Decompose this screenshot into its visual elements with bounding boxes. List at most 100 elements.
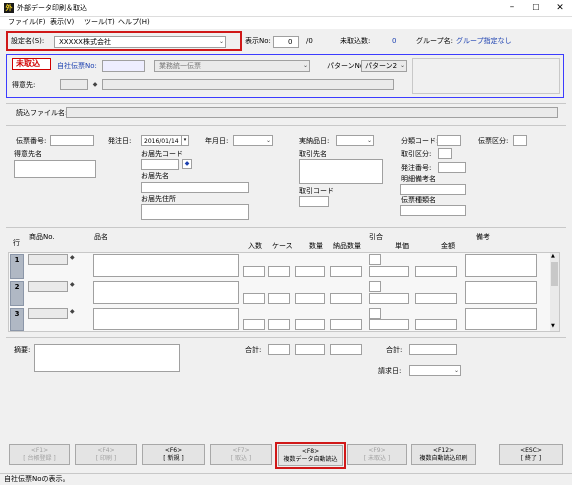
total-delivered[interactable]	[330, 344, 362, 355]
order-date-picker[interactable]: ▾	[181, 135, 189, 146]
pattern-select[interactable]: パターン2 ⌄	[361, 60, 407, 72]
row1-quantity[interactable]	[295, 266, 325, 277]
row1-item-field[interactable]	[28, 254, 68, 265]
row2-quantity[interactable]	[295, 293, 325, 304]
f4-print-button[interactable]: <F4>[ 印刷 ]	[75, 444, 137, 465]
row2-remarks[interactable]	[465, 281, 537, 304]
f12-auto-print-button[interactable]: <F12> 複数自動読込印刷	[411, 444, 476, 465]
menu-file[interactable]: ファイル(F)	[8, 18, 46, 27]
chevron-down-icon: ⌄	[218, 38, 224, 45]
row3-discount[interactable]	[369, 308, 381, 319]
row2-lookup-icon[interactable]: ◆	[70, 281, 75, 288]
minimize-button[interactable]: –	[500, 0, 524, 16]
row1-lookup-icon[interactable]: ◆	[70, 254, 75, 261]
row2-case[interactable]	[268, 293, 290, 304]
display-spinner[interactable]: 0	[273, 36, 299, 48]
row1-case[interactable]	[268, 266, 290, 277]
slip-no-input[interactable]	[102, 60, 145, 72]
dest-lookup-icon[interactable]: ◆	[182, 159, 192, 169]
row2-amount[interactable]	[415, 293, 457, 304]
row3-delivered[interactable]	[330, 319, 362, 330]
partner-name-field[interactable]	[299, 159, 383, 184]
total-qty[interactable]	[268, 344, 290, 355]
grid-row-number[interactable]: 3	[10, 308, 24, 331]
slip-kind-field[interactable]	[513, 135, 527, 146]
row3-name-field[interactable]	[93, 308, 239, 330]
maximize-button[interactable]: ☐	[524, 0, 548, 16]
customer-lookup-icon[interactable]: ◆	[91, 80, 99, 89]
row3-lookup-icon[interactable]: ◆	[70, 308, 75, 315]
summary-field[interactable]	[34, 344, 180, 372]
f9-untaken-button[interactable]: <F9>[ 未取込 ]	[347, 444, 407, 465]
grid-row-number[interactable]: 1	[10, 254, 24, 279]
partner-name-label: 取引先名	[299, 150, 327, 158]
item-no-header: 商品No.	[29, 233, 55, 241]
row3-quantity[interactable]	[295, 319, 325, 330]
row1-unit-price[interactable]	[369, 266, 409, 277]
amount-header: 金額	[441, 242, 455, 250]
trade-kind-field[interactable]	[438, 148, 452, 159]
esc-exit-button[interactable]: <ESC>[ 終了 ]	[499, 444, 563, 465]
scroll-up-icon[interactable]: ▲	[551, 253, 555, 259]
row3-remarks[interactable]	[465, 308, 537, 330]
year-month-select[interactable]: ⌄	[233, 135, 273, 146]
settings-select[interactable]: XXXXX株式会社 ⌄	[54, 36, 226, 48]
customer-code-input[interactable]	[60, 79, 88, 90]
slip-no-field[interactable]	[50, 135, 94, 146]
dest-code-field[interactable]	[141, 159, 179, 170]
row2-discount[interactable]	[369, 281, 381, 292]
row1-amount[interactable]	[415, 266, 457, 277]
dispatch-no-field[interactable]	[438, 162, 466, 173]
row1-remarks[interactable]	[465, 254, 537, 277]
dispatch-no-label: 発注番号:	[401, 164, 432, 172]
row2-name-field[interactable]	[93, 281, 239, 304]
row1-delivered[interactable]	[330, 266, 362, 277]
menu-tools[interactable]: ツール(T)	[84, 18, 115, 27]
read-file-input[interactable]	[66, 107, 558, 118]
dest-name-label: お届先名	[141, 172, 169, 180]
dest-name-field[interactable]	[141, 182, 249, 193]
total2-label: 合計:	[386, 346, 403, 354]
delivery-item-select[interactable]: ⌄	[336, 135, 374, 146]
slip-label: 自社伝票No:	[57, 62, 97, 70]
year-month-label: 年月日:	[205, 137, 229, 145]
row2-qty[interactable]	[243, 293, 265, 304]
f1-ledger-button[interactable]: <F1>[ 台帳登録 ]	[9, 444, 70, 465]
order-date-label: 発注日:	[108, 137, 132, 145]
scroll-thumb[interactable]	[551, 262, 558, 286]
slip-type-value: 業務統一伝票	[159, 62, 201, 70]
total-amount[interactable]	[409, 344, 457, 355]
total-quantity[interactable]	[295, 344, 325, 355]
f6-new-button[interactable]: <F6>[ 新規 ]	[142, 444, 205, 465]
detail-remark-field[interactable]	[400, 184, 466, 195]
slip-type-select[interactable]: 業務統一伝票 ⌄	[154, 60, 310, 72]
grid-row-number[interactable]: 2	[10, 281, 24, 306]
category-code-field[interactable]	[437, 135, 461, 146]
row3-amount[interactable]	[415, 319, 457, 330]
dest-address-field[interactable]	[141, 204, 249, 220]
customer-name-input[interactable]	[102, 79, 394, 90]
row3-unit-price[interactable]	[369, 319, 409, 330]
billing-date-select[interactable]: ⌄	[409, 365, 461, 376]
partner-code-field[interactable]	[299, 196, 329, 207]
customer-name-field[interactable]	[14, 160, 96, 178]
f7-import-button[interactable]: <F7>[ 取込 ]	[210, 444, 272, 465]
untaken-label: 未取込数:	[340, 37, 371, 45]
row3-item-field[interactable]	[28, 308, 68, 319]
close-button[interactable]: ✕	[548, 0, 572, 16]
row3-qty[interactable]	[243, 319, 265, 330]
scroll-down-icon[interactable]: ▼	[551, 323, 555, 329]
slip-kind-name-field[interactable]	[400, 205, 466, 216]
row1-discount[interactable]	[369, 254, 381, 265]
row1-qty[interactable]	[243, 266, 265, 277]
menu-help[interactable]: ヘルプ(H)	[118, 18, 150, 27]
menu-view[interactable]: 表示(V)	[50, 18, 74, 27]
grid-scrollbar[interactable]: ▲ ▼	[550, 253, 559, 331]
row2-delivered[interactable]	[330, 293, 362, 304]
row2-item-field[interactable]	[28, 281, 68, 292]
row2-unit-price[interactable]	[369, 293, 409, 304]
display-label: 表示No:	[245, 37, 271, 45]
row3-case[interactable]	[268, 319, 290, 330]
untaken-value: 0	[392, 37, 397, 45]
row1-name-field[interactable]	[93, 254, 239, 277]
